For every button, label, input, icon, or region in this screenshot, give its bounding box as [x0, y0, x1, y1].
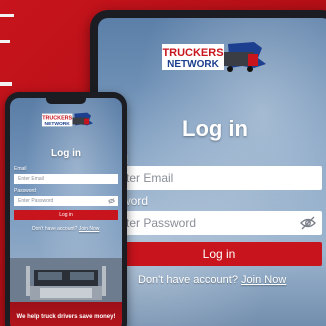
- password-label: Password: [14, 188, 36, 194]
- eye-slash-icon[interactable]: [300, 216, 316, 230]
- logo-line2: NETWORK: [167, 59, 219, 70]
- truckers-network-logo: TRUCKERS NETWORK: [41, 112, 94, 127]
- logo-line1: TRUCKERS: [42, 116, 72, 122]
- phone-device: TRUCKERS NETWORK Log in Email Enter Emai…: [5, 92, 127, 326]
- email-placeholder: ter Email: [126, 171, 174, 185]
- login-button-label: Log in: [202, 247, 236, 261]
- login-button-label: Log in: [59, 212, 73, 218]
- login-title: Log in: [51, 148, 81, 159]
- login-button[interactable]: Log in: [14, 210, 118, 220]
- tablet-screen: TRUCKERS NETWORK Log in ail ter Email sw…: [98, 18, 326, 326]
- join-now-link[interactable]: Join Now: [79, 226, 100, 232]
- password-placeholder: ter Password: [126, 216, 197, 230]
- background-shape: [0, 40, 10, 43]
- background-shape: [0, 82, 12, 86]
- account-prompt-text: Don't have account?: [32, 226, 78, 232]
- truckers-network-logo: TRUCKERS NETWORK: [162, 42, 266, 72]
- password-placeholder: Enter Password: [18, 198, 54, 204]
- phone-screen: TRUCKERS NETWORK Log in Email Enter Emai…: [10, 98, 122, 326]
- account-prompt-text: Don't have account?: [138, 274, 238, 286]
- eye-slash-icon[interactable]: [108, 198, 115, 204]
- logo-line1: TRUCKERS: [162, 47, 223, 59]
- signup-prompt: Don't have account? Join Now: [32, 226, 99, 232]
- password-field[interactable]: ter Password: [116, 211, 322, 235]
- email-field[interactable]: ter Email: [116, 166, 322, 190]
- email-label: Email: [14, 166, 27, 172]
- login-title: Log in: [182, 116, 248, 141]
- email-field[interactable]: Enter Email: [14, 174, 118, 184]
- truck-image: [10, 258, 122, 302]
- promo-banner: We help truck drivers save money!: [10, 302, 122, 326]
- email-placeholder: Enter Email: [18, 176, 44, 182]
- logo-line2: NETWORK: [45, 121, 71, 127]
- background-shape: [0, 14, 14, 17]
- signup-prompt: Don't have account? Join Now: [138, 274, 286, 286]
- login-button[interactable]: Log in: [116, 242, 322, 266]
- join-now-link[interactable]: Join Now: [241, 274, 286, 286]
- password-field[interactable]: Enter Password: [14, 196, 118, 206]
- phone-notch: [46, 98, 86, 104]
